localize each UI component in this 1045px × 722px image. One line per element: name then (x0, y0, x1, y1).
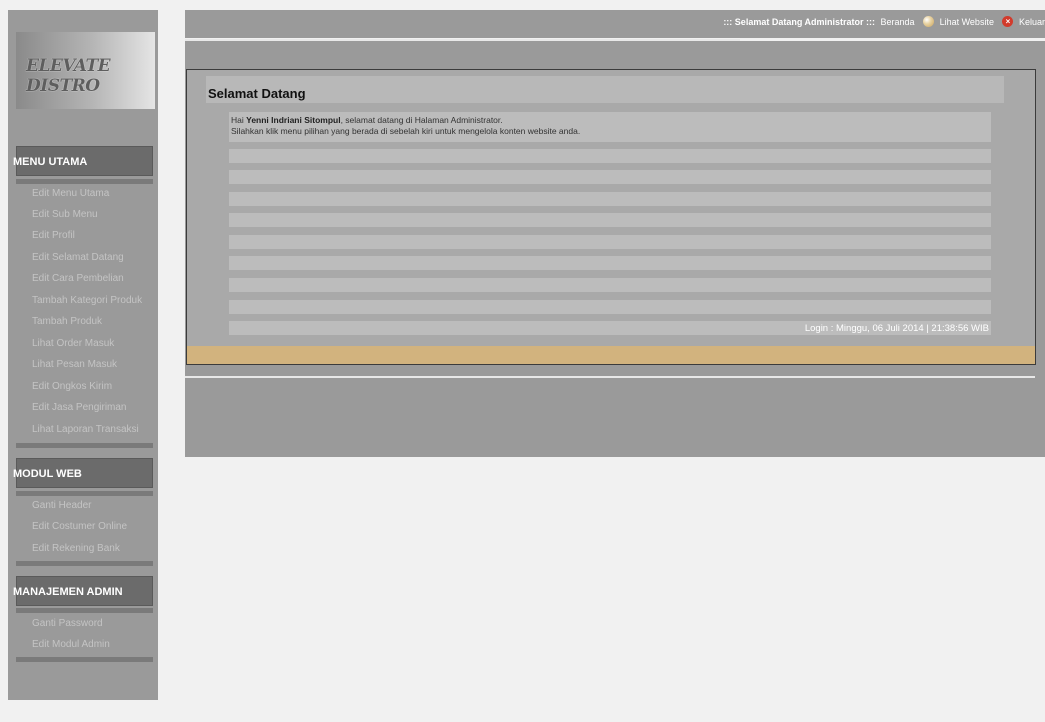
menu-item-edit-ongkos-kirim[interactable]: Edit Ongkos Kirim (16, 377, 153, 397)
nav-link-beranda[interactable]: Beranda (881, 17, 915, 27)
content-row (229, 256, 991, 270)
menu-header-menu-utama: MENU UTAMA (13, 146, 153, 176)
menu-item-edit-selamat-datang[interactable]: Edit Selamat Datang (16, 248, 153, 268)
content-row (229, 235, 991, 249)
nav-link-lihat-website[interactable]: Lihat Website (940, 17, 994, 27)
menu-item-ganti-header[interactable]: Ganti Header (16, 496, 153, 516)
greeting-text: Hai Yenni Indriani Sitompul, selamat dat… (229, 112, 991, 142)
menu-item-edit-modul-admin[interactable]: Edit Modul Admin (16, 635, 153, 655)
content-row (229, 170, 991, 184)
menu-item-edit-sub-menu[interactable]: Edit Sub Menu (16, 205, 153, 225)
top-bar: ::: Selamat Datang Administrator ::: Ber… (185, 10, 1045, 38)
divider (185, 376, 1035, 378)
content-row: Login : Minggu, 06 Juli 2014 | 21:38:56 … (229, 321, 991, 335)
user-name: Yenni Indriani Sitompul (246, 115, 341, 125)
nav-link-keluar[interactable]: Keluar (1019, 17, 1045, 27)
footer-accent-bar (186, 346, 1036, 365)
menu-item-lihat-order-masuk[interactable]: Lihat Order Masuk (16, 334, 153, 354)
menu-item-tambah-kategori-produk[interactable]: Tambah Kategori Produk (16, 291, 153, 311)
site-logo: ELEVATE DISTRO (16, 32, 155, 109)
globe-icon (923, 16, 935, 28)
menu-item-edit-menu-utama[interactable]: Edit Menu Utama (16, 184, 153, 204)
instruction-text: Silahkan klik menu pilihan yang berada d… (231, 126, 581, 136)
exit-icon: × (1002, 16, 1014, 28)
menu-item-edit-cara-pembelian[interactable]: Edit Cara Pembelian (16, 269, 153, 289)
menu-item-lihat-pesan-masuk[interactable]: Lihat Pesan Masuk (16, 355, 153, 375)
menu-divider (16, 443, 153, 448)
menu-header-modul-web: MODUL WEB (13, 458, 153, 488)
menu-item-ganti-password[interactable]: Ganti Password (16, 614, 153, 634)
menu-header-manajemen-admin: MANAJEMEN ADMIN (13, 576, 153, 606)
content-row (229, 149, 991, 163)
page-title: Selamat Datang (206, 76, 1004, 103)
content-row (229, 300, 991, 314)
top-nav: ::: Selamat Datang Administrator ::: Ber… (723, 16, 1045, 28)
menu-item-edit-jasa-pengiriman[interactable]: Edit Jasa Pengiriman (16, 398, 153, 418)
login-info: Login : Minggu, 06 Juli 2014 | 21:38:56 … (804, 323, 989, 334)
menu-item-edit-costumer-online[interactable]: Edit Costumer Online (16, 517, 153, 537)
menu-item-edit-profil[interactable]: Edit Profil (16, 226, 153, 246)
menu-divider (16, 608, 153, 613)
menu-divider (16, 561, 153, 566)
logo-text: ELEVATE DISTRO (26, 56, 111, 96)
content-row (229, 278, 991, 292)
menu-item-edit-rekening-bank[interactable]: Edit Rekening Bank (16, 539, 153, 559)
menu-item-lihat-laporan-transaksi[interactable]: Lihat Laporan Transaksi (16, 420, 153, 440)
welcome-text: ::: Selamat Datang Administrator ::: (723, 17, 875, 27)
sidebar: ELEVATE DISTRO MENU UTAMA Edit Menu Utam… (8, 10, 158, 700)
menu-item-tambah-produk[interactable]: Tambah Produk (16, 312, 153, 332)
content-panel: Selamat Datang Hai Yenni Indriani Sitomp… (186, 69, 1036, 348)
content-row (229, 213, 991, 227)
content-row (229, 192, 991, 206)
menu-divider (16, 657, 153, 662)
